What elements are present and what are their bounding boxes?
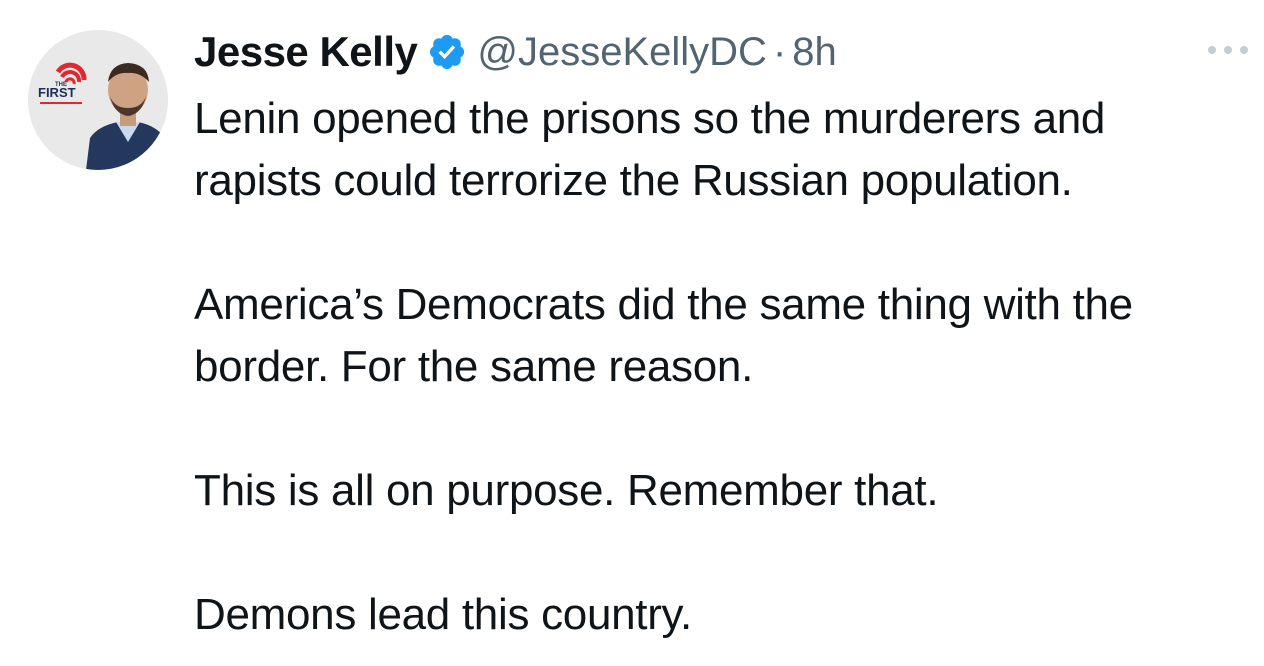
author-name[interactable]: Jesse Kelly (194, 28, 418, 76)
tweet-paragraph: Demons lead this country. (194, 590, 692, 639)
tweet-header: Jesse Kelly @JesseKellyDC · 8h (194, 24, 837, 80)
header-separator: · (772, 29, 787, 74)
avatar-badge-text: FIRST (38, 85, 76, 100)
more-options-button[interactable] (1202, 38, 1254, 62)
avatar-image: THE FIRST (28, 30, 168, 170)
ellipsis-icon (1208, 46, 1248, 54)
author-handle[interactable]: @JesseKellyDC (477, 30, 767, 75)
author-avatar[interactable]: THE FIRST (28, 30, 168, 170)
tweet-timestamp[interactable]: 8h (792, 30, 837, 75)
verified-badge-icon (427, 32, 467, 72)
tweet-paragraph: This is all on purpose. Remember that. (194, 466, 939, 515)
tweet-text: Lenin opened the prisons so the murderer… (194, 88, 1260, 646)
tweet-paragraph: America’s Democrats did the same thing w… (194, 280, 1133, 391)
tweet-card[interactable]: THE FIRST Jesse Kelly @JesseKellyDC · 8h… (0, 0, 1264, 666)
tweet-paragraph: Lenin opened the prisons so the murderer… (194, 94, 1106, 205)
